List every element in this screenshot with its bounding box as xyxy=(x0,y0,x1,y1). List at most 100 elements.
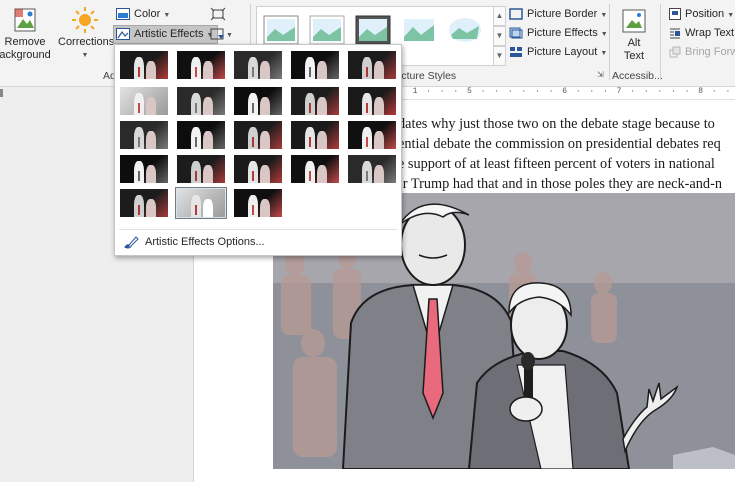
effect-paint-strokes[interactable] xyxy=(175,85,227,117)
color-button[interactable]: Color ▼ xyxy=(114,5,174,23)
artistic-effects-button[interactable]: Artistic Effects ▼ xyxy=(113,25,219,44)
effect-watercolor-sponge[interactable] xyxy=(175,119,227,151)
picture-layout-label: Picture Layout xyxy=(527,46,598,58)
group-separator xyxy=(609,4,610,80)
effect-plastic-wrap[interactable] xyxy=(346,153,398,185)
effect-glass[interactable] xyxy=(346,119,398,151)
thumbnail-accent xyxy=(309,137,311,147)
thumbnail-figure xyxy=(374,97,384,115)
position-icon xyxy=(669,8,681,21)
effect-thumbnail-image xyxy=(291,155,339,183)
bring-forward-label: Bring Forwa xyxy=(685,46,735,58)
position-button[interactable]: Position ▼ xyxy=(667,5,735,23)
thumbnail-accent xyxy=(195,205,197,215)
compress-icon xyxy=(210,7,226,21)
effect-thumbnail-image xyxy=(234,155,282,183)
effect-none[interactable] xyxy=(118,49,170,81)
wrap-text-icon xyxy=(670,28,680,39)
thumbnail-accent xyxy=(252,67,254,77)
effect-pencil-sketch[interactable] xyxy=(289,49,341,81)
dialog-launcher-icon[interactable]: ⇲ xyxy=(597,70,604,79)
corrections-button[interactable]: Corrections ▼ xyxy=(58,6,114,62)
picture-layout-button[interactable]: Picture Layout ▼ xyxy=(507,43,611,61)
effect-pastels-smooth[interactable] xyxy=(289,153,341,185)
effect-chalk-sketch[interactable] xyxy=(118,85,170,117)
thumbnail-figure xyxy=(146,97,156,115)
chevron-down-icon: ▼ xyxy=(226,32,233,39)
thumbnail-accent xyxy=(309,171,311,181)
effect-film-grain[interactable] xyxy=(232,119,284,151)
wrap-text-label: Wrap Text xyxy=(685,27,735,39)
artistic-effects-options-item[interactable]: Artistic Effects Options... xyxy=(123,234,265,250)
thumbnail-figure xyxy=(260,199,270,217)
change-picture-button[interactable]: ▼ xyxy=(208,25,237,43)
effect-thumbnail-image xyxy=(234,87,282,115)
effect-mosaic-bubbles[interactable] xyxy=(289,119,341,151)
effect-thumbnail-image xyxy=(234,121,282,149)
effect-cutout[interactable] xyxy=(118,187,170,219)
pane-marker xyxy=(0,89,3,97)
effect-light-screen[interactable] xyxy=(118,119,170,151)
bring-forward-icon xyxy=(669,46,681,58)
thumbnail-figure xyxy=(146,199,156,217)
effect-thumbnail-image xyxy=(120,155,168,183)
scroll-down-icon[interactable]: ▼ xyxy=(493,26,506,46)
bring-forward-button[interactable]: Bring Forwa xyxy=(667,43,735,61)
position-label: Position xyxy=(685,8,725,20)
thumbnail-figure xyxy=(203,97,213,115)
styles-gallery-scroll[interactable]: ▲ ▼ ▼ xyxy=(493,6,506,66)
effect-blur[interactable] xyxy=(346,85,398,117)
thumbnail-accent xyxy=(138,137,140,147)
alt-text-button[interactable]: Alt Text xyxy=(614,8,654,63)
wrap-text-button[interactable]: Wrap Text ▼ xyxy=(667,24,735,42)
effect-thumbnail-image xyxy=(234,51,282,79)
document-line-2[interactable]: ential debate the commission on presiden… xyxy=(398,135,735,155)
thumbnail-accent xyxy=(252,171,254,181)
gallery-more-icon[interactable]: ▼ xyxy=(493,46,506,66)
effect-paint-brush[interactable] xyxy=(232,85,284,117)
document-line-1[interactable]: dates why just those two on the debate s… xyxy=(398,115,735,135)
effect-glow-edges[interactable] xyxy=(232,187,284,219)
sun-icon xyxy=(72,7,98,33)
effect-line-drawing[interactable] xyxy=(346,49,398,81)
picture-border-label: Picture Border xyxy=(527,8,598,20)
thumbnail-figure xyxy=(317,131,327,149)
effect-marker[interactable] xyxy=(175,49,227,81)
artistic-effects-icon xyxy=(116,28,130,41)
thumbnail-accent xyxy=(138,171,140,181)
effect-texturizer[interactable] xyxy=(175,153,227,185)
document-line-3[interactable]: e support of at least fifteen percent of… xyxy=(398,155,735,175)
thumbnail-accent xyxy=(309,67,311,77)
thumbnail-accent xyxy=(138,67,140,77)
color-icon xyxy=(116,8,130,21)
thumbnail-figure xyxy=(203,199,213,217)
thumbnail-figure xyxy=(317,61,327,79)
effect-pencil-grayscale[interactable] xyxy=(232,49,284,81)
thumbnail-accent xyxy=(252,205,254,215)
picture-style-4[interactable] xyxy=(401,15,441,49)
remove-background-button[interactable]: Remove Background xyxy=(0,6,51,62)
thumbnail-figure xyxy=(374,131,384,149)
thumbnail-figure xyxy=(374,61,384,79)
compress-pictures-button[interactable] xyxy=(208,5,230,23)
effect-cement[interactable] xyxy=(118,153,170,185)
thumbnail-figure xyxy=(260,131,270,149)
picture-effects-icon xyxy=(509,27,523,39)
document-line-4[interactable]: Ir Trump had that and in those poles the… xyxy=(398,175,735,195)
thumbnail-figure xyxy=(203,61,213,79)
picture-style-5[interactable] xyxy=(447,15,487,49)
effect-thumbnail-image xyxy=(177,121,225,149)
effect-glow-diffused[interactable] xyxy=(289,85,341,117)
scroll-up-icon[interactable]: ▲ xyxy=(493,6,506,26)
picture-effects-button[interactable]: Picture Effects ▼ xyxy=(507,24,612,42)
picture-border-button[interactable]: Picture Border ▼ xyxy=(507,5,611,23)
effect-photocopy[interactable] xyxy=(175,187,227,219)
effect-thumbnail-image xyxy=(234,189,282,217)
effect-crisscross-etching[interactable] xyxy=(232,153,284,185)
effect-thumbnail-image xyxy=(177,189,225,217)
effect-thumbnail-image xyxy=(177,87,225,115)
thumbnail-accent xyxy=(195,171,197,181)
effect-thumbnail-image xyxy=(348,121,396,149)
thumbnail-accent xyxy=(366,171,368,181)
chevron-down-icon: ▼ xyxy=(81,52,89,59)
